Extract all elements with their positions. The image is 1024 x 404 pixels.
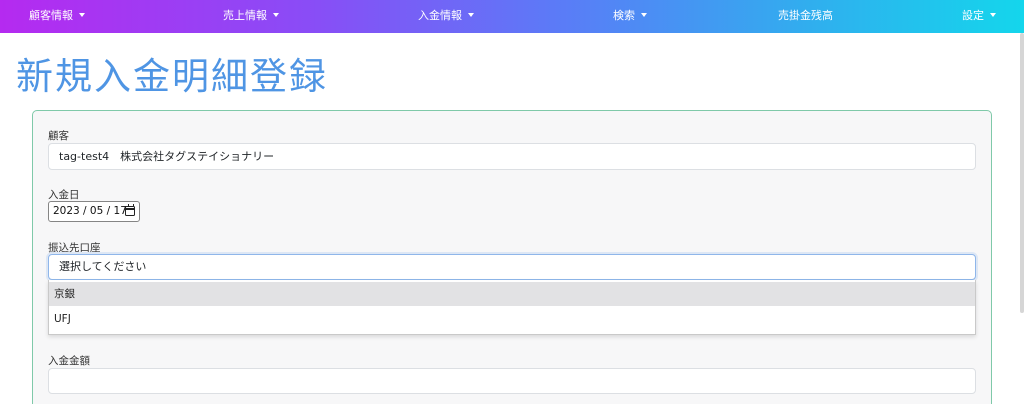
caret-down-icon (990, 13, 996, 17)
nav-sales-info-label: 売上情報 (223, 9, 267, 22)
deposit-date-input[interactable]: 2023 / 05 / 17 (48, 201, 140, 222)
caret-down-icon (79, 13, 85, 17)
calendar-icon[interactable] (125, 203, 135, 216)
nav-search-label: 検索 (613, 9, 635, 22)
nav-receivables-balance[interactable]: 売掛金残高 (778, 0, 833, 33)
deposit-date-label: 入金日 (48, 189, 80, 201)
nav-deposit-info-label: 入金情報 (418, 9, 462, 22)
amount-label: 入金金額 (48, 355, 90, 367)
caret-down-icon (468, 13, 474, 17)
nav-settings[interactable]: 設定 (962, 0, 996, 33)
nav-receivables-balance-label: 売掛金残高 (778, 9, 833, 22)
nav-settings-label: 設定 (962, 9, 984, 22)
account-dropdown-list: 京銀 UFJ (48, 280, 976, 335)
customer-label: 顧客 (48, 130, 69, 142)
account-option-kyogin[interactable]: 京銀 (49, 282, 975, 306)
nav-deposit-info[interactable]: 入金情報 (418, 0, 474, 33)
page-title: 新規入金明細登録 (16, 55, 328, 98)
amount-input[interactable] (48, 368, 976, 394)
nav-search[interactable]: 検索 (613, 0, 647, 33)
deposit-date-value: 2023 / 05 / 17 (53, 205, 127, 217)
nav-customer-info[interactable]: 顧客情報 (29, 0, 85, 33)
account-select[interactable]: 選択してください (48, 254, 976, 280)
caret-down-icon (273, 13, 279, 17)
account-option-ufj[interactable]: UFJ (49, 307, 975, 331)
caret-down-icon (641, 13, 647, 17)
account-label: 振込先口座 (48, 242, 101, 254)
top-navbar: 顧客情報 売上情報 入金情報 検索 売掛金残高 設定 (0, 0, 1024, 33)
nav-sales-info[interactable]: 売上情報 (223, 0, 279, 33)
page-scrollbar[interactable] (1020, 33, 1024, 313)
customer-field[interactable]: tag-test4 株式会社タグステイショナリー (48, 143, 976, 170)
nav-customer-info-label: 顧客情報 (29, 9, 73, 22)
